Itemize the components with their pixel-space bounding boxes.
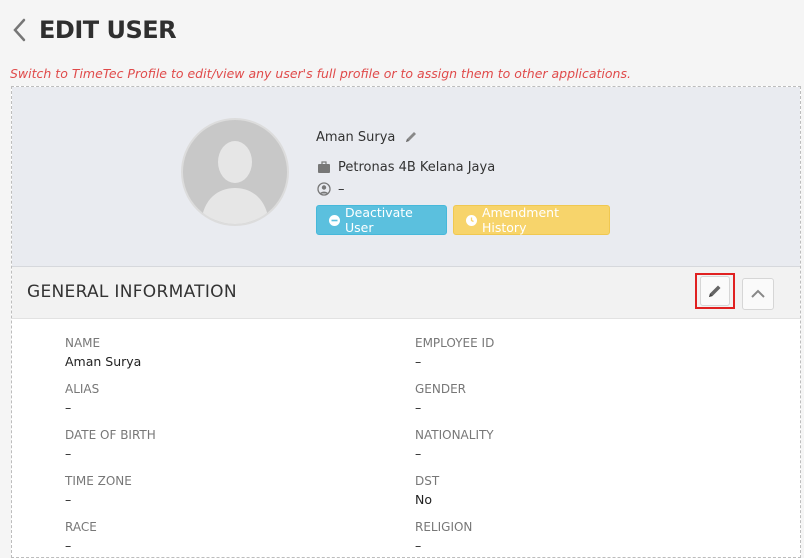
general-info-header: GENERAL INFORMATION xyxy=(12,267,800,319)
field-label: NATIONALITY xyxy=(415,428,494,442)
field-label: GENDER xyxy=(415,382,467,396)
field-label: DATE OF BIRTH xyxy=(65,428,156,442)
field-label: RACE xyxy=(65,520,97,534)
user-silhouette-icon xyxy=(201,141,269,224)
edit-button-inner[interactable] xyxy=(700,276,730,306)
briefcase-icon xyxy=(316,159,332,175)
section-title: GENERAL INFORMATION xyxy=(27,282,237,302)
field-alias: ALIAS – xyxy=(65,382,99,415)
field-employee-id: EMPLOYEE ID – xyxy=(415,336,494,369)
profile-company-row: Petronas 4B Kelana Jaya xyxy=(316,159,495,175)
clock-icon xyxy=(466,214,477,226)
chevron-left-icon[interactable] xyxy=(10,16,30,44)
field-label: DST xyxy=(415,474,440,488)
profile-area: Aman Surya Petronas 4B Kelana Jaya – Dea… xyxy=(12,87,800,267)
field-value: – xyxy=(415,400,422,415)
field-value: – xyxy=(65,446,72,461)
avatar xyxy=(181,118,289,226)
page-header: EDIT USER xyxy=(0,0,804,64)
pencil-icon[interactable] xyxy=(707,283,723,299)
field-value: – xyxy=(415,446,422,461)
chevron-up-icon[interactable] xyxy=(750,288,766,300)
field-time-zone: TIME ZONE – xyxy=(65,474,132,507)
profile-notice: Switch to TimeTec Profile to edit/view a… xyxy=(10,66,631,81)
profile-name: Aman Surya xyxy=(316,129,396,145)
back-button[interactable] xyxy=(10,16,30,44)
user-panel: Aman Surya Petronas 4B Kelana Jaya – Dea… xyxy=(11,86,801,558)
profile-role: – xyxy=(338,181,345,197)
field-race: RACE – xyxy=(65,520,97,553)
field-name: NAME Aman Surya xyxy=(65,336,141,369)
field-value: No xyxy=(415,492,432,507)
page-title: EDIT USER xyxy=(39,16,177,44)
profile-company: Petronas 4B Kelana Jaya xyxy=(338,159,496,175)
field-label: EMPLOYEE ID xyxy=(415,336,495,350)
profile-role-row: – xyxy=(316,181,345,197)
field-value: – xyxy=(415,538,422,553)
field-religion: RELIGION – xyxy=(415,520,472,553)
field-date-of-birth: DATE OF BIRTH – xyxy=(65,428,156,461)
field-value: – xyxy=(65,492,72,507)
field-label: RELIGION xyxy=(415,520,473,534)
pencil-icon[interactable] xyxy=(403,129,419,145)
deactivate-user-label: Deactivate User xyxy=(345,205,413,235)
edit-general-info-button[interactable] xyxy=(695,273,735,309)
user-circle-icon xyxy=(316,181,332,197)
field-value: – xyxy=(415,354,422,369)
deactivate-user-button[interactable]: Deactivate User xyxy=(316,205,447,235)
profile-name-row: Aman Surya xyxy=(316,129,425,145)
field-value: Aman Surya xyxy=(65,354,142,369)
amendment-history-label: Amendment History xyxy=(482,205,559,235)
field-dst: DST No xyxy=(415,474,439,507)
field-nationality: NATIONALITY – xyxy=(415,428,494,461)
collapse-section-button[interactable] xyxy=(742,278,774,310)
field-label: NAME xyxy=(65,336,101,350)
minus-circle-icon xyxy=(329,214,340,226)
field-value: – xyxy=(65,538,72,553)
field-value: – xyxy=(65,400,72,415)
field-label: ALIAS xyxy=(65,382,100,396)
field-label: TIME ZONE xyxy=(65,474,132,488)
amendment-history-button[interactable]: Amendment History xyxy=(453,205,610,235)
field-gender: GENDER – xyxy=(415,382,466,415)
